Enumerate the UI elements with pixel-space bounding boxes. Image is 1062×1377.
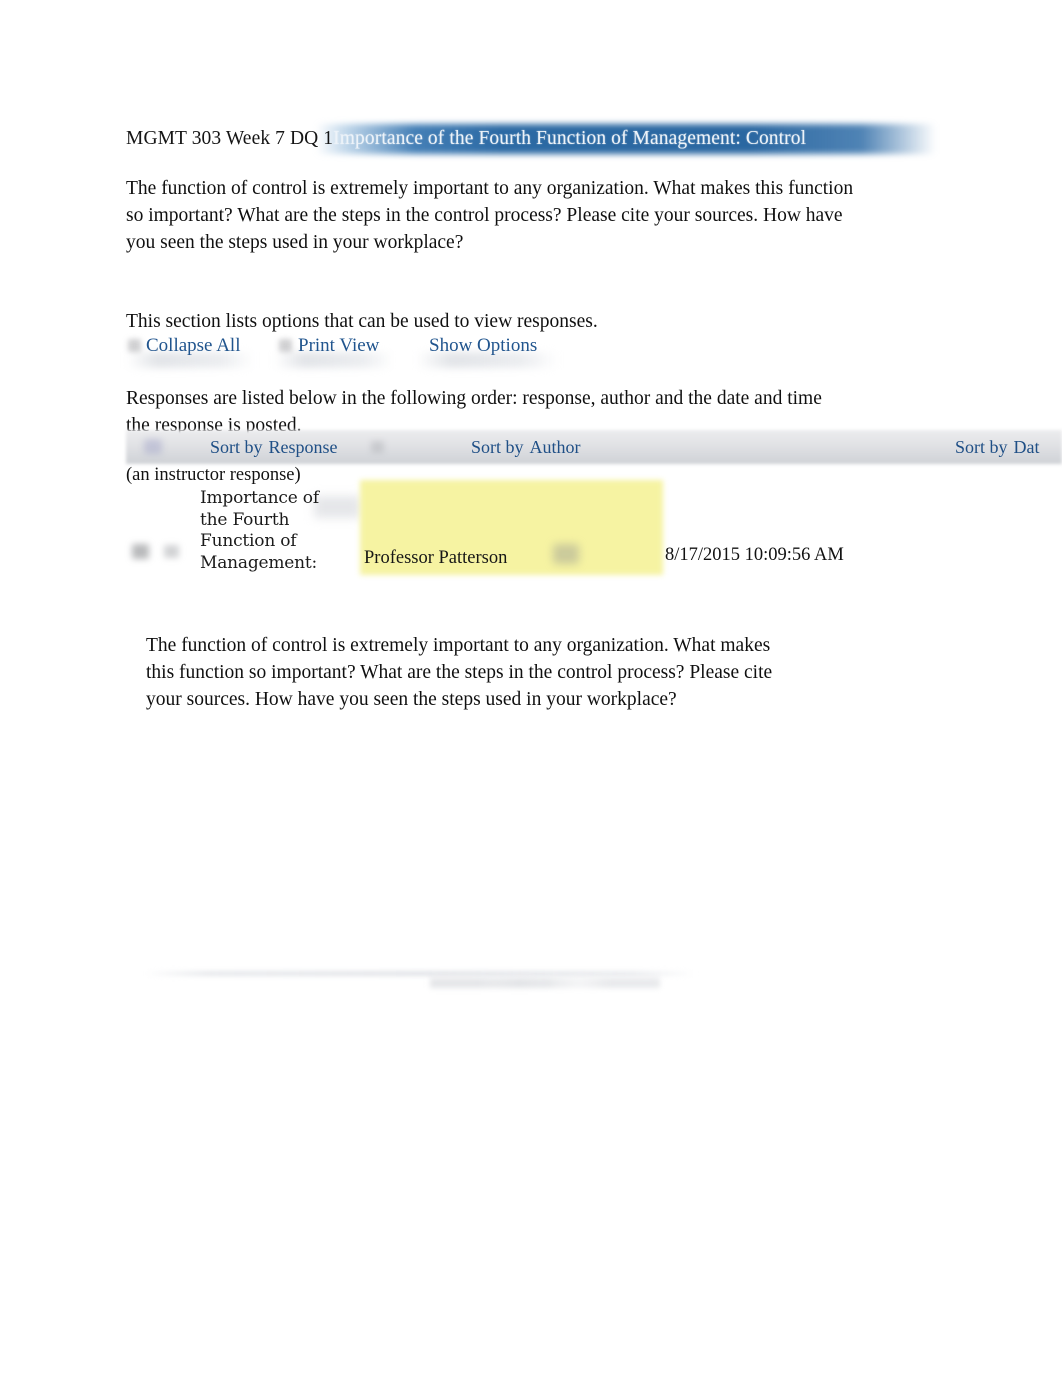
sort-bar-secondary-icon [371,441,384,453]
response-title: Importance of the Fourth Function of Man… [200,488,319,573]
expand-collapse-icon[interactable] [132,544,149,559]
collapse-icon [128,339,141,352]
sort-column-date: Dat [1013,437,1040,457]
page-title-banner-text: Importance of the Fourth Function of Man… [333,128,807,149]
response-author: Professor Patterson [364,548,508,568]
print-icon [279,339,292,352]
document-title-row: MGMT 303 Week 7 DQ 1Importance of the Fo… [126,124,956,154]
sort-column-author: Author [529,437,581,457]
author-avatar-icon [553,544,579,564]
print-view-link[interactable]: Print View [298,332,379,360]
sort-by-author-link[interactable]: Sort by Author [471,430,581,464]
sort-header-bar: Sort by Response Sort by Author Sort by Dat [126,430,1062,464]
collapse-all-link[interactable]: Collapse All [146,332,240,360]
response-body-text: The function of control is extremely imp… [146,635,773,710]
sort-by-label-response: Sort by [210,437,263,457]
response-datetime: 8/17/2015 10:09:56 AM [665,545,844,565]
options-section-note: This section lists options that can be u… [126,311,598,332]
page-title-prefix: MGMT 303 Week 7 DQ 1 [126,128,334,149]
sort-by-label-author: Sort by [471,437,524,457]
show-options-link[interactable]: Show Options [429,332,537,360]
sort-by-date-link[interactable]: Sort by Dat [955,430,1040,464]
message-icon [164,545,179,558]
content-divider [144,971,696,976]
sort-by-label-date: Sort by [955,437,1008,457]
divider-artifacts [430,978,660,988]
sort-by-response-link[interactable]: Sort by Response [210,430,338,464]
response-title-shadow [314,496,360,518]
view-options-toolbar: Collapse All Print View Show Options [126,332,576,368]
discussion-prompt: The function of control is extremely imp… [126,178,854,253]
sort-bar-leading-icon [144,439,162,454]
page-title: MGMT 303 Week 7 DQ 1Importance of the Fo… [126,126,806,151]
response-row[interactable]: Importance of the Fourth Function of Man… [126,478,966,578]
document-page: MGMT 303 Week 7 DQ 1Importance of the Fo… [0,0,1062,1377]
sort-column-response: Response [268,437,338,457]
response-title-cell[interactable]: Importance of the Fourth Function of Man… [200,488,320,575]
